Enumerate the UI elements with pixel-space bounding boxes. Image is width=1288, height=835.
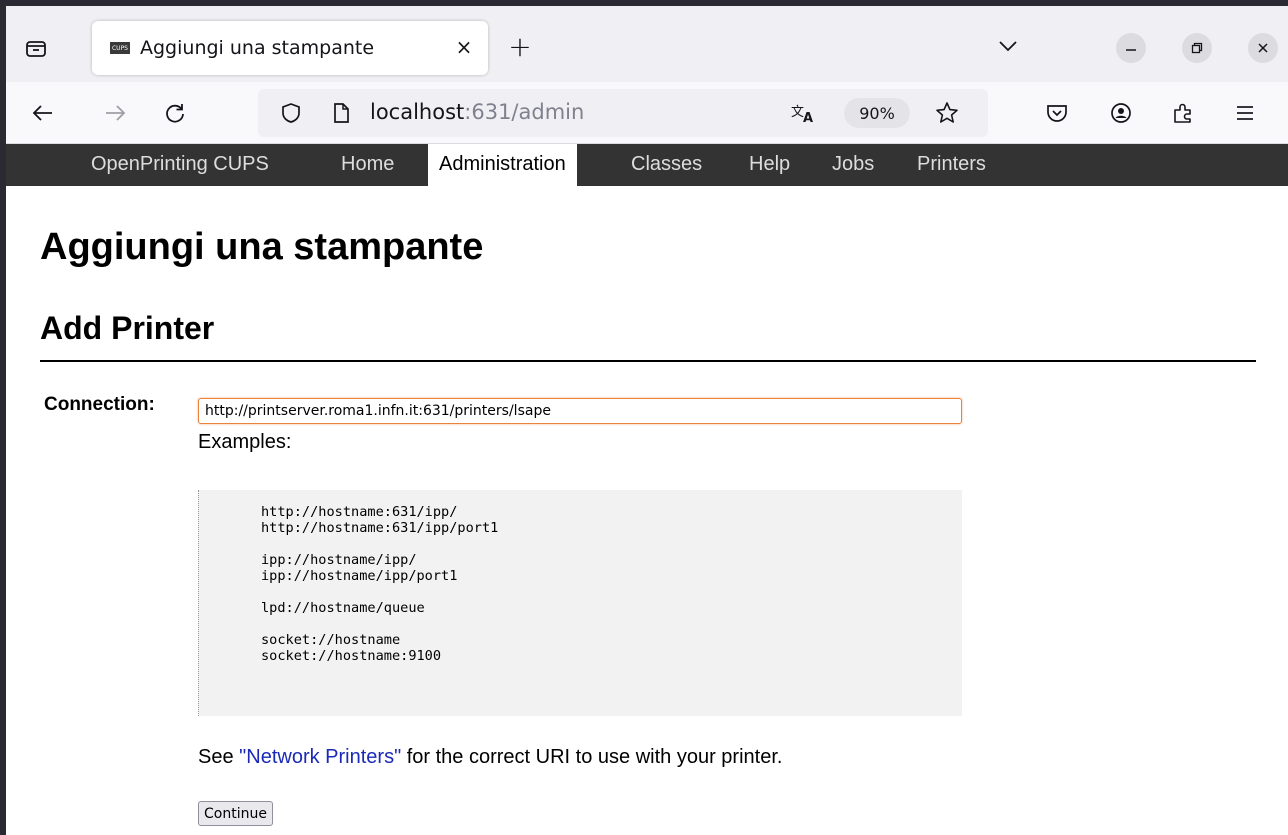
network-printers-link[interactable]: "Network Printers" [239,746,401,768]
example-uri: ipp://hostname/ipp/port1 [261,568,458,584]
zoom-level-badge[interactable]: 90% [844,98,910,128]
example-group-ipp: ipp://hostname/ipp/ ipp://hostname/ipp/p… [261,552,962,584]
example-uri: ipp://hostname/ipp/ [261,552,417,568]
nav-administration[interactable]: Administration [428,144,577,186]
tab-list-icon[interactable] [20,32,52,64]
example-group-http: http://hostname:631/ipp/ http://hostname… [261,504,962,536]
bookmark-star-icon[interactable] [930,96,964,130]
example-uri: http://hostname:631/ipp/ [261,504,458,520]
network-printers-hint: See "Network Printers" for the correct U… [198,746,782,769]
shield-icon[interactable] [274,96,308,130]
connection-label: Connection: [44,394,155,415]
example-uri: socket://hostname [261,632,401,648]
hint-suffix: for the correct URI to use with your pri… [401,746,783,768]
section-title: Add Printer [40,310,215,346]
restore-icon[interactable] [1182,33,1212,63]
page-info-icon[interactable] [324,96,358,130]
continue-button[interactable]: Continue [198,801,273,826]
close-window-icon[interactable] [1248,33,1278,63]
minimize-icon[interactable] [1116,33,1146,63]
url-host: localhost [370,100,465,124]
browser-tab[interactable]: CUPS Aggiungi una stampante × [92,21,488,75]
example-uri: http://hostname:631/ipp/port1 [261,520,499,536]
reload-icon[interactable] [158,96,192,130]
url-path: :631/admin [464,100,585,124]
section-divider [40,360,1256,362]
tab-close-icon[interactable]: × [452,35,476,59]
url-bar[interactable]: localhost:631/admin 文A 90% [258,89,988,137]
pocket-icon[interactable] [1040,96,1074,130]
cups-favicon-icon: CUPS [110,42,130,54]
examples-label: Examples: [198,431,292,453]
example-uri: socket://hostname:9100 [261,648,442,664]
tab-strip: CUPS Aggiungi una stampante × + [6,6,1288,82]
extensions-icon[interactable] [1166,96,1200,130]
nav-classes[interactable]: Classes [620,144,713,186]
browser-window: CUPS Aggiungi una stampante × + localhos… [6,6,1288,835]
back-arrow-icon[interactable] [26,96,60,130]
navigation-toolbar: localhost:631/admin 文A 90% [6,82,1288,144]
translate-icon[interactable]: 文A [786,96,820,130]
page-content: Aggiungi una stampante Add Printer Conne… [6,186,1288,835]
nav-home[interactable]: Home [330,144,405,186]
nav-jobs[interactable]: Jobs [821,144,885,186]
cups-navigation: OpenPrinting CUPS Home Administration Cl… [6,144,1288,186]
example-uri: lpd://hostname/queue [261,600,425,616]
chevron-down-icon[interactable] [996,34,1020,58]
forward-arrow-icon[interactable] [98,96,132,130]
examples-code-block: http://hostname:631/ipp/ http://hostname… [198,490,962,716]
hint-prefix: See [198,746,240,768]
account-icon[interactable] [1104,96,1138,130]
example-group-lpd: lpd://hostname/queue [261,600,962,616]
nav-help[interactable]: Help [738,144,801,186]
example-group-socket: socket://hostname socket://hostname:9100 [261,632,962,664]
nav-printers[interactable]: Printers [906,144,997,186]
nav-openprinting-cups[interactable]: OpenPrinting CUPS [80,144,280,186]
tab-title: Aggiungi una stampante [140,37,375,59]
new-tab-button[interactable]: + [502,28,538,64]
url-text[interactable]: localhost:631/admin [370,100,584,124]
page-title: Aggiungi una stampante [40,226,484,268]
connection-uri-input[interactable] [198,398,962,424]
svg-text:A: A [803,111,813,124]
menu-hamburger-icon[interactable] [1228,96,1262,130]
